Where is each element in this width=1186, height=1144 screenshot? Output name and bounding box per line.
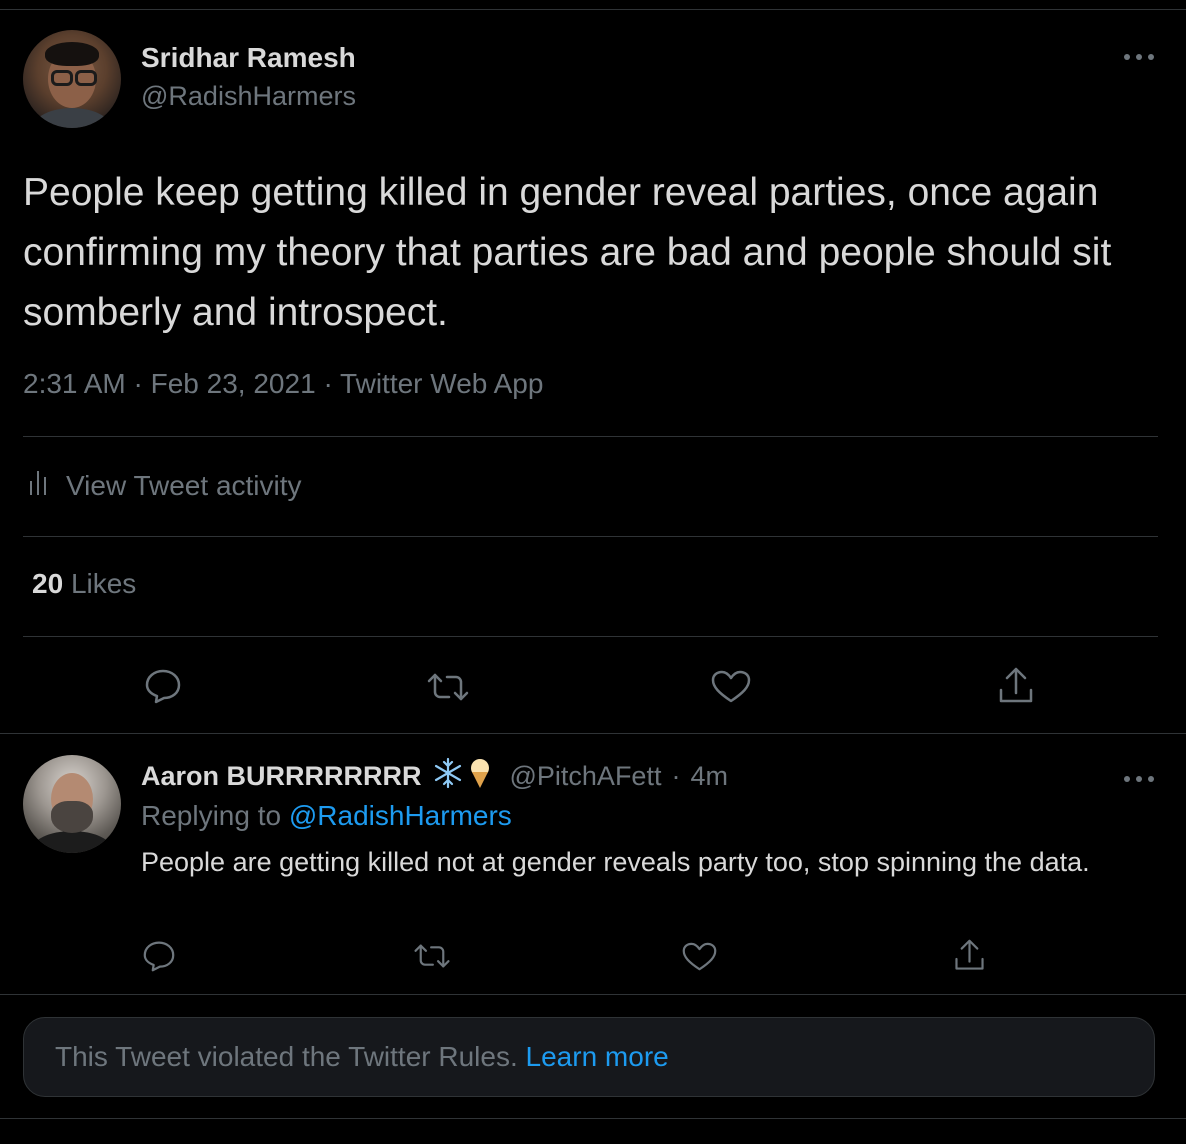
violation-text-row: This Tweet violated the Twitter Rules. L… xyxy=(55,1041,669,1073)
more-options-icon[interactable] xyxy=(1122,40,1156,71)
meta-separator: · xyxy=(323,368,333,399)
violation-notice: This Tweet violated the Twitter Rules. L… xyxy=(23,1017,1155,1097)
reply-more-options-icon[interactable] xyxy=(1122,762,1156,793)
like-icon[interactable] xyxy=(711,670,751,704)
reply-author-name[interactable]: Aaron BURRRRRRRR xyxy=(141,761,422,792)
divider xyxy=(23,436,1158,437)
tweet-date[interactable]: Feb 23, 2021 xyxy=(151,368,316,399)
activity-label: View Tweet activity xyxy=(66,469,302,501)
bottom-divider xyxy=(0,1118,1186,1119)
reply-separator: · xyxy=(671,761,681,791)
replying-handle-link[interactable]: @RadishHarmers xyxy=(289,800,512,831)
likes-summary[interactable]: 20 Likes xyxy=(32,568,136,600)
bar-chart-icon xyxy=(28,467,66,504)
author-handle[interactable]: @RadishHarmers xyxy=(141,81,356,112)
reply-text: People are getting killed not at gender … xyxy=(141,847,1090,877)
learn-more-link[interactable]: Learn more xyxy=(526,1041,669,1072)
reply-age[interactable]: 4m xyxy=(690,761,728,792)
likes-count: 20 xyxy=(32,568,64,599)
meta-separator: · xyxy=(133,368,143,399)
reply-header: Aaron BURRRRRRRR @PitchAFett · 4m xyxy=(141,757,728,796)
tweet-source[interactable]: Twitter Web App xyxy=(340,368,543,399)
divider xyxy=(23,536,1158,537)
divider xyxy=(23,636,1158,637)
tweet-meta: 2:31 AM · Feb 23, 2021 · Twitter Web App xyxy=(23,368,543,400)
view-tweet-activity-link[interactable]: View Tweet activity xyxy=(28,467,302,504)
tweet-time[interactable]: 2:31 AM xyxy=(23,368,126,399)
divider xyxy=(0,733,1186,734)
reply-like-icon[interactable] xyxy=(682,942,717,972)
top-divider xyxy=(0,9,1186,10)
replying-prefix: Replying to xyxy=(141,800,282,831)
author-avatar[interactable] xyxy=(23,30,121,128)
violation-message: This Tweet violated the Twitter Rules. xyxy=(55,1041,518,1072)
ice-cream-icon xyxy=(468,757,492,796)
reply-reply-icon[interactable] xyxy=(142,940,176,972)
retweet-icon[interactable] xyxy=(425,672,471,702)
divider xyxy=(0,994,1186,995)
tweet-text: People keep getting killed in gender rev… xyxy=(23,171,1112,334)
reply-icon[interactable] xyxy=(144,668,182,704)
snowflake-icon xyxy=(432,757,464,796)
reply-retweet-icon[interactable] xyxy=(412,943,452,969)
reply-author-handle[interactable]: @PitchAFett xyxy=(510,761,662,792)
likes-label: Likes xyxy=(70,568,137,599)
author-name[interactable]: Sridhar Ramesh xyxy=(141,42,356,74)
share-icon[interactable] xyxy=(997,666,1035,706)
reply-share-icon[interactable] xyxy=(953,938,986,973)
replying-to: Replying to @RadishHarmers xyxy=(141,800,512,832)
reply-author-avatar[interactable] xyxy=(23,755,121,853)
